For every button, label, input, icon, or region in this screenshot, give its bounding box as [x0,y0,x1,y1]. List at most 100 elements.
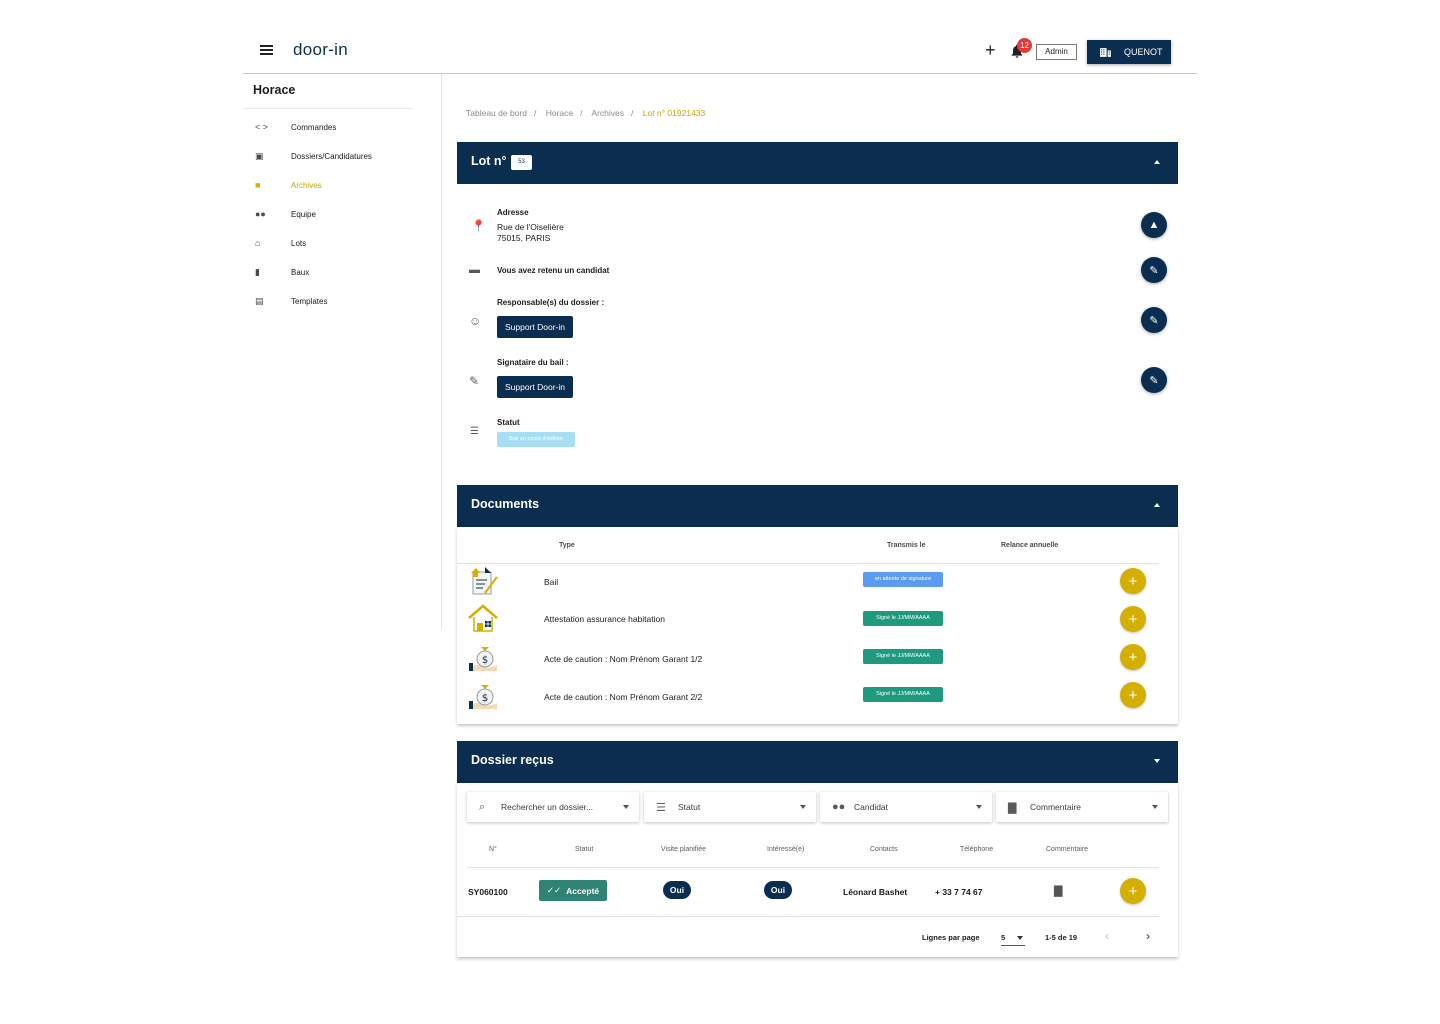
column-header-status: Statut [575,846,594,853]
add-icon[interactable]: + [985,40,996,61]
previous-page-icon[interactable]: ‹ [1105,929,1109,943]
column-header-number: N° [489,846,497,853]
sidebar-item-dossiers[interactable]: ▣ Dossiers/Candidatures [243,146,433,166]
folder-icon: ▬ [469,264,480,276]
pagination-range: 1-5 de 19 [1045,933,1078,942]
phone-number: + 33 7 74 67 [935,887,983,897]
money-bag-icon: $ [469,647,497,671]
responsible-label: Responsable(s) du dossier : [497,298,605,307]
dossier-number: SY060100 [468,887,508,897]
column-header-interested: Intéressé(e) [767,846,805,853]
expand-icon[interactable] [1154,759,1160,763]
search-placeholder: Rechercher un dossier... [501,802,594,812]
candidate-filter-label: Candidat [854,802,889,812]
edit-signatory-button[interactable]: ✎ [1141,367,1167,393]
address-line1: Rue de l'Oiselière [497,222,564,232]
document-name: Acte de caution : Nom Prénom Garant 1/2 [544,654,703,664]
signatory-chip[interactable]: Support Door-in [497,376,574,398]
sidebar-item-baux[interactable]: ▮ Baux [243,262,433,282]
breadcrumb-item[interactable]: Horace [546,108,573,118]
search-dossier-filter[interactable]: ⌕ Rechercher un dossier... [467,792,639,822]
chevron-down-icon [1152,805,1158,809]
sidebar: Horace < > Commandes ▣ Dossiers/Candidatur… [243,74,442,628]
navigation-arrow-icon: ▲ [1148,219,1160,231]
comment-filter-label: Commentaire [1030,802,1082,812]
column-header-type: Type [559,542,575,549]
dossiers-panel-header[interactable]: Dossier reçus [457,741,1178,783]
accepted-status-badge[interactable]: ✓✓ Accepté [539,880,607,901]
people-icon: ●● [255,209,266,219]
table-divider [457,563,1159,564]
lot-panel-header[interactable]: Lot n° 53 [457,142,1178,184]
column-header-comment: Commentaire [1046,846,1089,853]
status-filter[interactable]: ☰ Statut [644,792,816,822]
next-page-icon[interactable]: › [1146,929,1150,943]
add-document-button[interactable]: + [1120,682,1146,708]
id-card-icon: ▣ [255,150,264,161]
add-document-button[interactable]: + [1120,644,1146,670]
comment-icon[interactable]: ▇ [1054,884,1062,897]
pen-icon: ✎ [469,374,480,388]
documents-panel-header[interactable]: Documents [457,485,1178,527]
notification-badge: 12 [1017,38,1032,53]
visit-planned-badge: Oui [663,881,691,899]
document-icon: ▤ [255,295,264,306]
sidebar-item-label: Baux [291,267,310,277]
add-document-button[interactable]: + [1120,606,1146,632]
archive-icon: ■ [255,180,261,190]
interested-badge: Oui [764,881,792,899]
breadcrumb-item[interactable]: Archives [591,108,624,118]
column-header-visit: Visite planifiée [661,846,707,853]
sidebar-item-label: Commandes [291,122,337,132]
signatory-label: Signataire du bail : [497,358,569,367]
plus-icon: + [1128,572,1138,590]
edit-responsible-button[interactable]: ✎ [1141,307,1167,333]
sidebar-item-equipe[interactable]: ●● Equipe [243,204,433,224]
add-dossier-button[interactable]: + [1120,878,1146,904]
column-header-sent: Transmis le [887,542,926,549]
documents-panel-body: Type Transmis le Relance annuelle Bail e… [457,527,1178,724]
lot-panel-body: 📍 Adresse Rue de l'Oiselière 75015, PARI… [457,184,1178,464]
sidebar-item-label: Equipe [291,209,316,219]
breadcrumb-item[interactable]: Tableau de bord [466,108,527,118]
document-name: Acte de caution : Nom Prénom Garant 2/2 [544,692,703,702]
menu-icon[interactable] [260,45,273,55]
company-button[interactable]: QUENOT [1087,40,1171,64]
plus-icon: + [1128,610,1138,628]
rows-per-page-select[interactable]: 5 [1001,930,1025,946]
svg-text:$: $ [482,693,488,704]
sidebar-item-commandes[interactable]: < > Commandes [243,117,433,137]
collapse-icon[interactable] [1154,160,1160,164]
pencil-icon: ✎ [1149,264,1159,277]
sidebar-item-archives[interactable]: ■ Archives [243,175,433,195]
address-label: Adresse [497,208,529,217]
admin-button[interactable]: Admin [1036,44,1077,60]
sidebar-item-lots[interactable]: ⌂ Lots [243,233,433,253]
top-bar: door-in + 12 Admin QUENOT [243,30,1197,74]
filter-icon: ☰ [656,801,666,814]
location-icon: 📍 [471,219,486,233]
add-document-button[interactable]: + [1120,568,1146,594]
column-header-phone: Téléphone [960,846,994,853]
chevron-down-icon [800,805,806,809]
dossiers-panel-body: ⌕ Rechercher un dossier... ☰ Statut ●● C… [457,783,1178,957]
sidebar-item-templates[interactable]: ▤ Templates [243,291,433,311]
edit-candidate-button[interactable]: ✎ [1141,257,1167,283]
face-icon: ☺ [469,314,482,328]
responsible-chip[interactable]: Support Door-in [497,316,574,338]
navigate-button[interactable]: ▲ [1141,212,1167,238]
accepted-label: Accepté [566,885,600,896]
dossiers-panel-title: Dossier reçus [471,753,554,767]
code-icon: < > [255,122,269,132]
candidate-filter[interactable]: ●● Candidat [820,792,992,822]
address-line2: 75015, PARIS [497,233,551,243]
rows-per-page-label: Lignes par page [922,933,980,942]
comment-filter[interactable]: ▇ Commentaire [996,792,1168,822]
collapse-icon[interactable] [1154,503,1160,507]
people-icon: ●● [832,801,846,813]
chevron-down-icon [1017,936,1023,940]
comment-icon: ▇ [1008,801,1017,814]
status-filter-label: Statut [678,802,701,812]
sidebar-item-label: Dossiers/Candidatures [291,151,372,161]
book-icon: ▮ [255,266,260,277]
